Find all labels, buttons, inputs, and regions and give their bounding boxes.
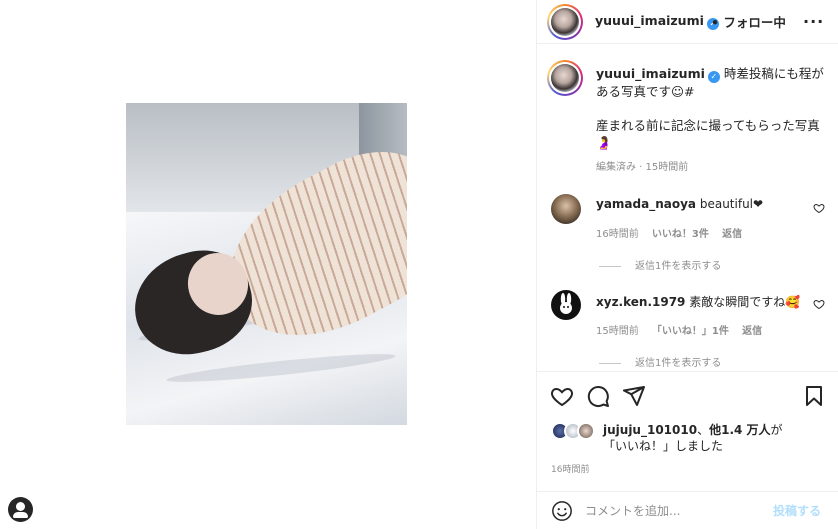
comment-time: 16時間前 bbox=[596, 229, 639, 240]
comment-username[interactable]: xyz.ken.1979 bbox=[596, 295, 685, 309]
likes-separator: 、 bbox=[697, 423, 710, 437]
more-options-icon[interactable]: ··· bbox=[803, 12, 824, 31]
commenter-avatar[interactable] bbox=[551, 194, 581, 224]
post-comment-button[interactable]: 投稿する bbox=[773, 502, 821, 519]
caption-meta: 編集済み · 15時間前 bbox=[596, 162, 689, 173]
save-bookmark-icon[interactable] bbox=[802, 384, 826, 408]
comment-like-icon[interactable] bbox=[813, 202, 825, 214]
caption-username[interactable]: yuuui_imaizumi bbox=[596, 66, 705, 81]
comment-likes[interactable]: 「いいね！」1件 bbox=[652, 326, 729, 337]
comment-bubble-icon[interactable] bbox=[586, 384, 610, 408]
likes-summary: jujuju_101010、他1.4 万人が「いいね！」しました bbox=[603, 422, 803, 454]
comment-meta: 16時間前 いいね！3件 返信 bbox=[596, 225, 752, 240]
caption-avatar[interactable] bbox=[547, 60, 583, 96]
liker-username[interactable]: jujuju_101010 bbox=[603, 423, 697, 437]
replies-divider bbox=[599, 265, 621, 267]
caption-text: yuuui_imaizumi ✓ 時差投稿にも程がある写真です☺︎# 産まれる前に… bbox=[596, 65, 826, 151]
author-username[interactable]: yuuui_imaizumi bbox=[595, 13, 704, 28]
view-replies[interactable]: 返信1件を表示する bbox=[599, 257, 721, 272]
comment-likes[interactable]: いいね！3件 bbox=[652, 229, 709, 240]
comment-text: yamada_naoya beautiful❤ bbox=[596, 197, 763, 211]
verified-badge-icon: ✓ bbox=[707, 71, 720, 83]
caption-line2: 産まれる前に記念に撮ってもらった写真🤰 bbox=[596, 118, 820, 150]
user-profile-icon[interactable] bbox=[8, 497, 33, 522]
replies-divider bbox=[599, 362, 621, 364]
author-username-wrap: yuuui_imaizumi ✓ bbox=[595, 13, 719, 30]
comment-reply-button[interactable]: 返信 bbox=[742, 326, 762, 337]
liker-avatar bbox=[577, 422, 595, 440]
comment-text: xyz.ken.1979 素敵な瞬間ですね🥰 bbox=[596, 293, 800, 310]
post-photo[interactable] bbox=[126, 103, 407, 425]
comment-like-icon[interactable] bbox=[813, 298, 825, 310]
comment-time: 15時間前 bbox=[596, 326, 639, 337]
comment-username[interactable]: yamada_naoya bbox=[596, 197, 696, 211]
rabbit-icon bbox=[560, 293, 572, 314]
comment-input[interactable] bbox=[585, 501, 755, 521]
likes-others[interactable]: 他1.4 万人 bbox=[709, 423, 770, 437]
likers-avatars[interactable] bbox=[551, 422, 601, 442]
comments-list[interactable]: yuuui_imaizumi ✓ 時差投稿にも程がある写真です☺︎# 産まれる前に… bbox=[537, 45, 838, 370]
add-comment-bar: 投稿する bbox=[537, 491, 838, 529]
post-actions: jujuju_101010、他1.4 万人が「いいね！」しました 16時間前 bbox=[537, 371, 838, 491]
emoji-icon[interactable] bbox=[551, 500, 573, 522]
post-header: yuuui_imaizumi ✓ • フォロー中 ··· bbox=[537, 0, 838, 44]
comment-body: 素敵な瞬間ですね🥰 bbox=[689, 295, 801, 309]
like-heart-icon[interactable] bbox=[550, 384, 574, 408]
share-send-icon[interactable] bbox=[622, 384, 646, 408]
view-replies-label: 返信1件を表示する bbox=[635, 358, 722, 369]
comment-reply-button[interactable]: 返信 bbox=[722, 229, 742, 240]
comment-body: beautiful❤ bbox=[699, 197, 764, 211]
view-replies[interactable]: 返信1件を表示する bbox=[599, 354, 721, 369]
post-side-panel: yuuui_imaizumi ✓ • フォロー中 ··· yuuui_imaizu… bbox=[536, 0, 838, 529]
comment-meta: 15時間前 「いいね！」1件 返信 bbox=[596, 322, 772, 337]
media-pane bbox=[0, 0, 536, 529]
commenter-avatar[interactable] bbox=[551, 290, 581, 320]
author-avatar[interactable] bbox=[547, 4, 583, 40]
posted-time[interactable]: 16時間前 bbox=[551, 462, 589, 475]
follow-status[interactable]: • フォロー中 bbox=[711, 12, 786, 31]
view-replies-label: 返信1件を表示する bbox=[635, 261, 722, 272]
